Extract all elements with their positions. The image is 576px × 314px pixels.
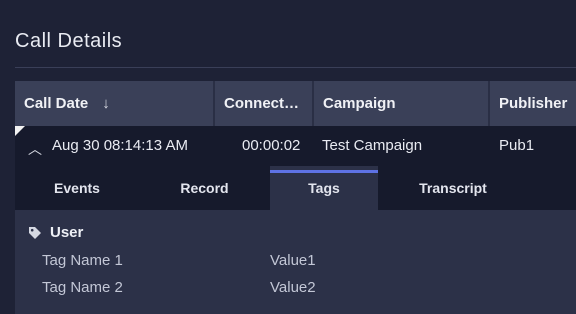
- column-label: Call Date: [24, 95, 89, 112]
- tab-events[interactable]: Events: [15, 166, 139, 210]
- page-title: Call Details: [15, 30, 123, 52]
- column-label: Publisher: [499, 95, 568, 112]
- table-row[interactable]: ︿ Aug 30 08:14:13 AM 00:00:02 Test Campa…: [15, 126, 576, 166]
- tag-icon: [29, 226, 41, 239]
- row-marker: [15, 126, 25, 136]
- table-header: Call Date ↓ Connect… Campaign Publisher: [15, 81, 576, 126]
- title-divider: [15, 67, 576, 68]
- column-header-call-date[interactable]: Call Date ↓: [15, 81, 215, 126]
- detail-tabs: Events Record Tags Transcript: [15, 166, 576, 210]
- chevron-up-icon[interactable]: ︿: [28, 139, 42, 159]
- column-label: Campaign: [323, 95, 396, 112]
- cell-publisher: Pub1: [499, 137, 535, 154]
- cell-connect: 00:00:02: [242, 137, 301, 154]
- tag-name: Tag Name 1: [42, 252, 123, 269]
- tag-value: Value1: [270, 252, 316, 269]
- tab-transcript[interactable]: Transcript: [378, 166, 528, 210]
- tag-name: Tag Name 2: [42, 279, 123, 296]
- column-label: Connect…: [224, 95, 299, 112]
- tab-record[interactable]: Record: [139, 166, 270, 210]
- tab-tags[interactable]: Tags: [270, 166, 378, 210]
- column-header-publisher[interactable]: Publisher: [490, 81, 576, 126]
- column-header-connect[interactable]: Connect…: [215, 81, 314, 126]
- tags-panel: User Tag Name 1 Value1 Tag Name 2 Value2: [15, 210, 576, 314]
- cell-call-date: Aug 30 08:14:13 AM: [52, 137, 188, 154]
- cell-campaign: Test Campaign: [322, 137, 423, 154]
- tag-value: Value2: [270, 279, 316, 296]
- sort-desc-icon[interactable]: ↓: [102, 95, 110, 112]
- tag-group-label: User: [50, 224, 84, 241]
- tag-group: User: [28, 224, 83, 241]
- column-header-campaign[interactable]: Campaign: [314, 81, 490, 126]
